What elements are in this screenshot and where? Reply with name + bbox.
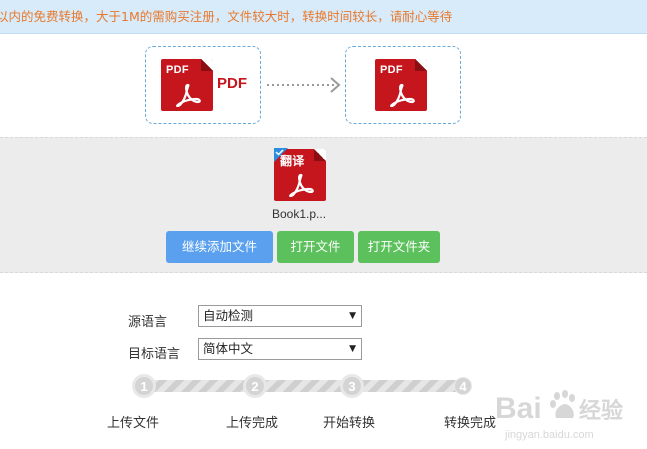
notice-text: 以内的免费转换，大于1M的需购买注册，文件较大时，转换时间较长，请耐心等待 [0, 9, 453, 24]
source-language-label: 源语言 [128, 315, 168, 330]
step-label-start-convert: 开始转换 [323, 416, 376, 431]
step-label-upload: 上传文件 [107, 416, 160, 431]
step-circle-3: 3 [340, 374, 364, 398]
progress-steps: 1 2 3 4 [132, 374, 472, 398]
target-language-label: 目标语言 [128, 347, 181, 362]
step-label-upload-complete: 上传完成 [226, 416, 279, 431]
target-pdf-icon: PDF [375, 59, 427, 111]
source-language-value: 自动检测 [203, 308, 254, 323]
svg-text:1: 1 [140, 379, 147, 394]
conversion-arrow-icon [267, 77, 341, 93]
dropdown-arrow-icon: ▼ [349, 311, 356, 321]
svg-text:4: 4 [459, 379, 467, 394]
source-language-select[interactable]: 自动检测 ▼ [198, 305, 362, 327]
target-language-value: 简体中文 [203, 341, 254, 356]
svg-text:Bai: Bai [495, 392, 542, 425]
add-files-button[interactable]: 继续添加文件 [166, 231, 273, 263]
step-circle-1: 1 [132, 374, 156, 398]
svg-text:2: 2 [251, 379, 258, 394]
open-folder-button[interactable]: 打开文件夹 [358, 231, 440, 263]
source-format-text: PDF [217, 75, 247, 92]
svg-text:3: 3 [348, 379, 355, 394]
svg-text:jingyan.baidu.com: jingyan.baidu.com [504, 429, 594, 441]
open-file-button[interactable]: 打开文件 [277, 231, 354, 263]
step-circle-4: 4 [454, 377, 472, 395]
uploaded-file-name: Book1.p... [272, 207, 327, 221]
notice-bar: 以内的免费转换，大于1M的需购买注册，文件较大时，转换时间较长，请耐心等待 [0, 0, 647, 34]
dropdown-arrow-icon: ▼ [349, 344, 356, 354]
svg-text:经验: 经验 [579, 398, 623, 424]
checkmark-icon [275, 149, 284, 156]
source-pdf-icon: PDF [161, 59, 213, 111]
baidu-watermark-logo: Bai 经验 jingyan.baidu.com [495, 390, 623, 441]
step-circle-2: 2 [243, 374, 267, 398]
step-label-convert-complete: 转换完成 [444, 416, 497, 431]
target-language-select[interactable]: 简体中文 ▼ [198, 338, 362, 360]
